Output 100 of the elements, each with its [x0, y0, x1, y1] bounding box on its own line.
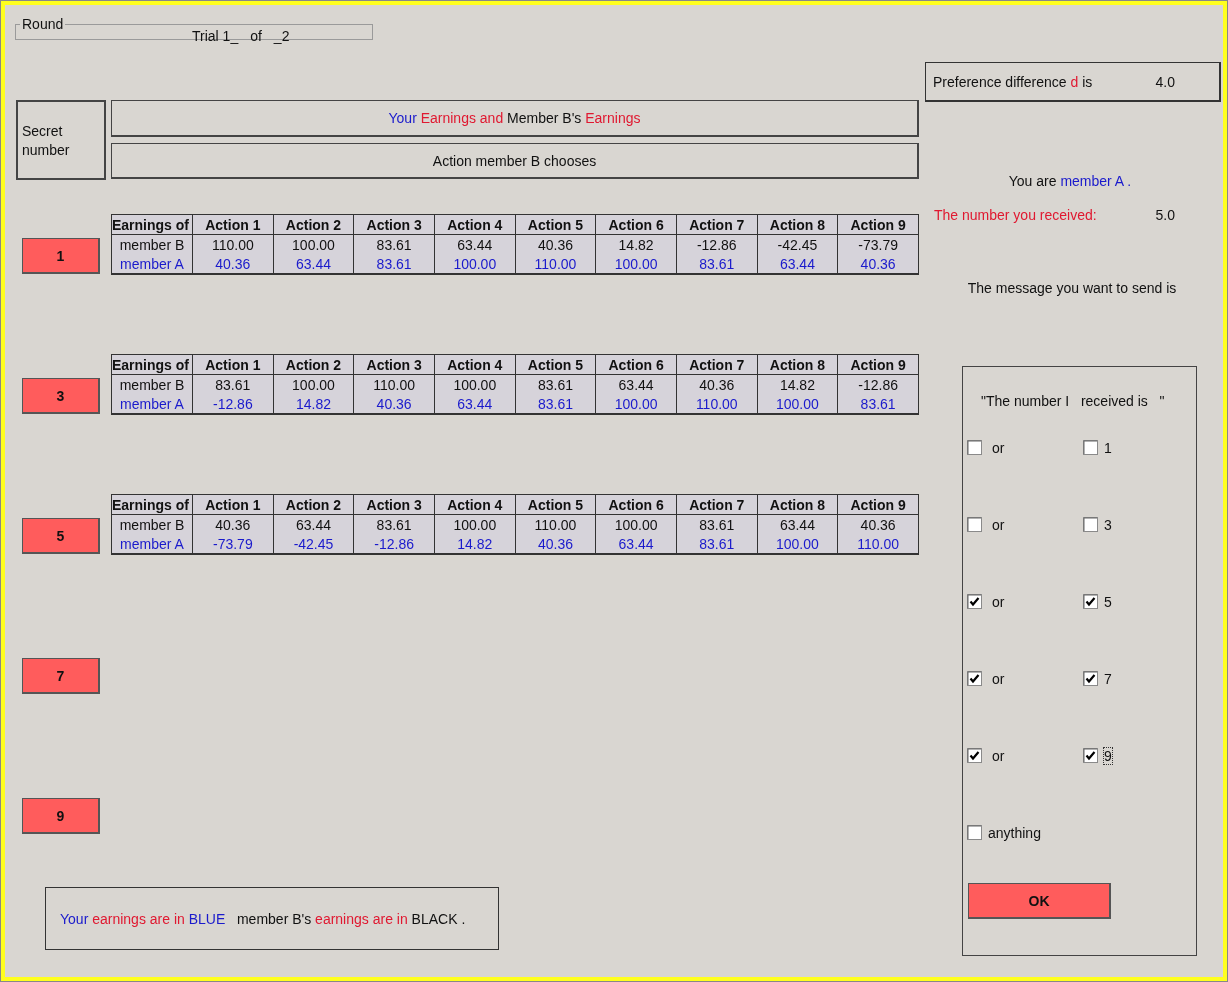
table-header: Action 1	[192, 494, 274, 515]
table-header: Earnings of	[111, 214, 193, 235]
table-header: Action 1	[192, 214, 274, 235]
table-cell: member B	[111, 514, 193, 534]
secret-number-button[interactable]: 3	[22, 378, 100, 414]
table-cell: 100.00	[273, 374, 354, 394]
checkbox[interactable]	[967, 671, 982, 686]
secret-number-button[interactable]: 9	[22, 798, 100, 834]
checkbox[interactable]	[1083, 440, 1098, 455]
secret-number-button[interactable]: 1	[22, 238, 100, 274]
preference-value: 4.0	[1155, 73, 1175, 90]
checkbox[interactable]	[1083, 671, 1098, 686]
message-prompt: The message you want to send is	[967, 280, 1177, 296]
table-cell: 63.44	[595, 534, 677, 554]
of-text: of	[250, 28, 262, 44]
table-cell: 63.44	[273, 254, 354, 274]
table-cell: 110.00	[837, 534, 919, 554]
table-header: Action 6	[595, 214, 677, 235]
table-cell: 100.00	[595, 394, 677, 414]
trial-text: Trial 1_	[192, 28, 239, 44]
checkbox[interactable]	[1083, 517, 1098, 532]
table-cell: -12.86	[353, 534, 435, 554]
table-cell: 14.82	[757, 374, 838, 394]
checkbox-label: 3	[1104, 516, 1112, 533]
checkbox[interactable]	[1083, 748, 1098, 763]
table-cell: 110.00	[515, 514, 596, 534]
table-cell: member A	[111, 394, 193, 414]
table-cell: 83.61	[515, 374, 596, 394]
table-header: Action 6	[595, 494, 677, 515]
table-cell: -42.45	[757, 234, 838, 254]
table-cell: 83.61	[515, 394, 596, 414]
table-header: Action 4	[434, 214, 516, 235]
checkbox-label: 9	[1104, 747, 1112, 764]
table-cell: -12.86	[676, 234, 758, 254]
table-cell: 100.00	[757, 394, 838, 414]
table-cell: 63.44	[595, 374, 677, 394]
action-header: Action member B chooses	[111, 143, 919, 179]
table-cell: 100.00	[595, 514, 677, 534]
table-cell: 110.00	[515, 254, 596, 274]
table-cell: 63.44	[434, 394, 516, 414]
table-cell: -42.45	[273, 534, 354, 554]
table-cell: member B	[111, 374, 193, 394]
table-cell: member A	[111, 534, 193, 554]
table-cell: 40.36	[515, 534, 596, 554]
table-cell: 83.61	[837, 394, 919, 414]
ok-button[interactable]: OK	[968, 883, 1111, 919]
table-header: Action 1	[192, 354, 274, 375]
secret-number-button[interactable]: 5	[22, 518, 100, 554]
table-header: Action 9	[837, 494, 919, 515]
table-header: Action 7	[676, 214, 758, 235]
table-header: Action 5	[515, 494, 596, 515]
message-quote: "The number I received is "	[981, 393, 1165, 409]
table-cell: 83.61	[676, 254, 758, 274]
table-cell: 83.61	[192, 374, 274, 394]
table-header: Action 8	[757, 214, 838, 235]
table-header: Action 2	[273, 354, 354, 375]
table-header: Action 3	[353, 214, 435, 235]
table-cell: 63.44	[757, 514, 838, 534]
table-cell: member B	[111, 234, 193, 254]
checkbox-label: or	[992, 670, 1005, 687]
table-cell: 83.61	[353, 234, 435, 254]
checkbox[interactable]	[967, 594, 982, 609]
table-cell: 100.00	[434, 514, 516, 534]
table-cell: 63.44	[757, 254, 838, 274]
table-header: Action 2	[273, 214, 354, 235]
table-cell: 63.44	[434, 234, 516, 254]
table-cell: 40.36	[192, 514, 274, 534]
table-header: Action 5	[515, 214, 596, 235]
table-header: Action 9	[837, 354, 919, 375]
checkbox-label: 5	[1104, 593, 1112, 610]
secret-number-button[interactable]: 7	[22, 658, 100, 694]
table-header: Action 8	[757, 494, 838, 515]
table-cell: -12.86	[192, 394, 274, 414]
legend-note: Your earnings are in BLUE member B's earnings are in BLACK .	[45, 887, 499, 950]
table-cell: 14.82	[595, 234, 677, 254]
table-cell: 63.44	[273, 514, 354, 534]
checkbox[interactable]	[967, 517, 982, 532]
table-cell: -73.79	[192, 534, 274, 554]
received-value: 5.0	[1155, 207, 1175, 223]
table-cell: 14.82	[273, 394, 354, 414]
table-cell: member A	[111, 254, 193, 274]
table-header: Earnings of	[111, 354, 193, 375]
table-cell: 40.36	[353, 394, 435, 414]
checkbox[interactable]	[1083, 594, 1098, 609]
trial-total: _2	[273, 28, 290, 44]
table-header: Action 5	[515, 354, 596, 375]
checkbox-label: or	[992, 593, 1005, 610]
checkbox[interactable]	[967, 748, 982, 763]
table-cell: 83.61	[676, 534, 758, 554]
table-cell: 100.00	[434, 374, 516, 394]
table-header: Action 4	[434, 494, 516, 515]
table-header: Action 4	[434, 354, 516, 375]
checkbox-label: 1	[1104, 439, 1112, 456]
table-cell: 110.00	[676, 394, 758, 414]
checkbox[interactable]	[967, 825, 982, 840]
checkbox[interactable]	[967, 440, 982, 455]
table-cell: 40.36	[515, 234, 596, 254]
table-cell: -73.79	[837, 234, 919, 254]
secret-number-header: Secret number	[16, 100, 106, 180]
received-label: The number you received:	[934, 207, 1097, 223]
